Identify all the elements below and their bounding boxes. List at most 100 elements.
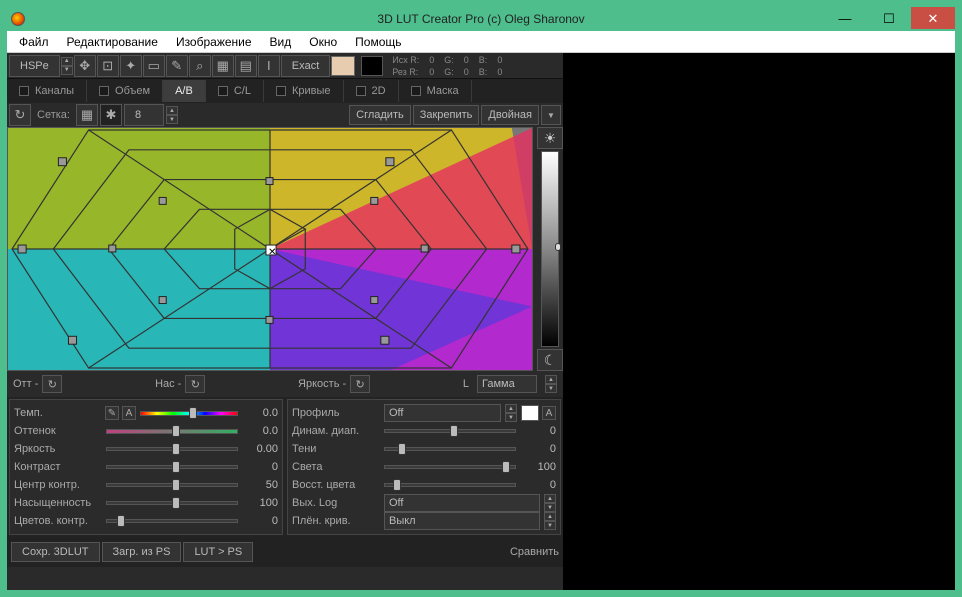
sat-reset-icon[interactable]: ↻ — [185, 375, 205, 393]
bright-reset-icon[interactable]: ↻ — [350, 375, 370, 393]
param-row: Оттенок0.0 — [14, 422, 278, 440]
gamma-select[interactable]: Гамма — [477, 375, 537, 393]
param-label: Насыщенность — [14, 497, 102, 509]
select-tool-icon[interactable]: ⊡ — [97, 55, 119, 77]
double-button[interactable]: Двойная — [481, 105, 539, 125]
toolbar: HSPe ▲▼ ✥ ⊡ ✦ ▭ ✎ ⌕ ▦ ▤ I Exact Исх R:0G… — [7, 53, 563, 79]
tab-volume[interactable]: Объем — [87, 80, 163, 102]
eyedropper-icon[interactable]: ✎ — [166, 55, 188, 77]
tab-channels[interactable]: Каналы — [7, 80, 87, 102]
slider-handle[interactable] — [189, 407, 197, 419]
slider-handle[interactable] — [172, 425, 180, 437]
param-slider[interactable] — [384, 447, 516, 451]
slider-handle[interactable] — [172, 497, 180, 509]
profile-color-swatch[interactable] — [521, 405, 539, 421]
log-select[interactable]: Off — [384, 494, 540, 512]
grid-label: Сетка: — [33, 109, 74, 121]
tab-mask[interactable]: Маска — [399, 80, 472, 102]
log-label: Вых. Log — [292, 497, 380, 509]
save-3dlut-button[interactable]: Сохр. 3DLUT — [11, 542, 100, 562]
tab-ab[interactable]: A/B — [163, 80, 206, 102]
menu-help[interactable]: Помощь — [347, 33, 409, 51]
lasso-tool-icon[interactable]: ✦ — [120, 55, 142, 77]
param-label: Контраст — [14, 461, 102, 473]
color-grid-canvas[interactable]: ✕ — [7, 127, 533, 371]
param-slider[interactable] — [384, 429, 516, 433]
image-preview-area[interactable] — [563, 53, 955, 590]
profile-select[interactable]: Off — [384, 404, 501, 422]
compare-button[interactable]: Сравнить — [510, 546, 559, 558]
profile-A-button[interactable]: A — [542, 406, 556, 420]
toggle-icon[interactable]: I — [258, 55, 280, 77]
grid-shape-square-icon[interactable]: ▦ — [76, 104, 98, 126]
param-slider[interactable] — [384, 465, 516, 469]
hue-reset-icon[interactable]: ↻ — [42, 375, 62, 393]
grid-icon[interactable]: ▤ — [235, 55, 257, 77]
mode-up[interactable]: ▲ — [61, 57, 73, 66]
maximize-button[interactable]: ☐ — [867, 7, 911, 29]
color-mode-selector[interactable]: HSPe — [10, 60, 59, 72]
slider-handle[interactable] — [450, 425, 458, 437]
close-button[interactable]: ✕ — [911, 7, 955, 29]
param-label: Света — [292, 461, 380, 473]
smooth-button[interactable]: Сгладить — [349, 105, 411, 125]
param-value: 100 — [242, 497, 278, 509]
param-value: 0 — [242, 461, 278, 473]
gridsize-up[interactable]: ▲ — [166, 106, 178, 115]
minimize-button[interactable]: — — [823, 7, 867, 29]
gamma-down[interactable]: ▼ — [545, 384, 557, 393]
film-select[interactable]: Выкл — [384, 512, 540, 530]
eyedropper-icon[interactable]: ✎ — [105, 406, 119, 420]
tab-cl[interactable]: C/L — [206, 80, 264, 102]
param-slider[interactable] — [140, 411, 238, 416]
param-slider[interactable] — [384, 483, 516, 487]
lut-to-ps-button[interactable]: LUT > PS — [183, 542, 253, 562]
slider-handle[interactable] — [502, 461, 510, 473]
slider-handle[interactable] — [172, 443, 180, 455]
param-row: Света100 — [292, 458, 556, 476]
slider-handle[interactable] — [398, 443, 406, 455]
marquee-tool-icon[interactable]: ▭ — [143, 55, 165, 77]
pin-button[interactable]: Закрепить — [413, 105, 480, 125]
load-from-ps-button[interactable]: Загр. из PS — [102, 542, 182, 562]
exact-label[interactable]: Exact — [282, 60, 330, 72]
brightness-low-icon[interactable]: ☾ — [537, 349, 563, 371]
tab-curves[interactable]: Кривые — [264, 80, 344, 102]
param-row: Цветов. контр.0 — [14, 512, 278, 530]
param-slider[interactable] — [106, 429, 238, 434]
auto-button[interactable]: A — [122, 406, 136, 420]
menu-edit[interactable]: Редактирование — [59, 33, 166, 51]
menu-window[interactable]: Окно — [301, 33, 345, 51]
param-slider[interactable] — [106, 447, 238, 451]
param-label: Тени — [292, 443, 380, 455]
slider-handle[interactable] — [117, 515, 125, 527]
gamma-up[interactable]: ▲ — [545, 375, 557, 384]
zoom-icon[interactable]: ⌕ — [189, 55, 211, 77]
grid-menu-dropdown[interactable]: ▼ — [541, 105, 561, 125]
luminance-slider[interactable] — [541, 151, 559, 347]
reset-icon[interactable]: ↻ — [9, 104, 31, 126]
brightness-high-icon[interactable]: ☀ — [537, 127, 563, 149]
gridsize-down[interactable]: ▼ — [166, 115, 178, 124]
param-slider[interactable] — [106, 501, 238, 505]
param-label: Центр контр. — [14, 479, 102, 491]
param-slider[interactable] — [106, 483, 238, 487]
slider-handle[interactable] — [393, 479, 401, 491]
menu-file[interactable]: Файл — [11, 33, 57, 51]
tab-2d[interactable]: 2D — [344, 80, 399, 102]
param-label: Восст. цвета — [292, 479, 380, 491]
zoom-fit-icon[interactable]: ▦ — [212, 55, 234, 77]
grid-shape-hex-icon[interactable]: ✱ — [100, 104, 122, 126]
menu-image[interactable]: Изображение — [168, 33, 260, 51]
mode-down[interactable]: ▼ — [61, 66, 73, 75]
param-row: Темп.✎A0.0 — [14, 404, 278, 422]
luminance-handle[interactable] — [555, 243, 561, 251]
param-slider[interactable] — [106, 465, 238, 469]
move-tool-icon[interactable]: ✥ — [74, 55, 96, 77]
color-swatch[interactable] — [331, 56, 355, 76]
slider-handle[interactable] — [172, 461, 180, 473]
grid-size-value[interactable]: 8 — [125, 109, 151, 121]
menu-view[interactable]: Вид — [262, 33, 300, 51]
slider-handle[interactable] — [172, 479, 180, 491]
param-slider[interactable] — [106, 519, 238, 523]
